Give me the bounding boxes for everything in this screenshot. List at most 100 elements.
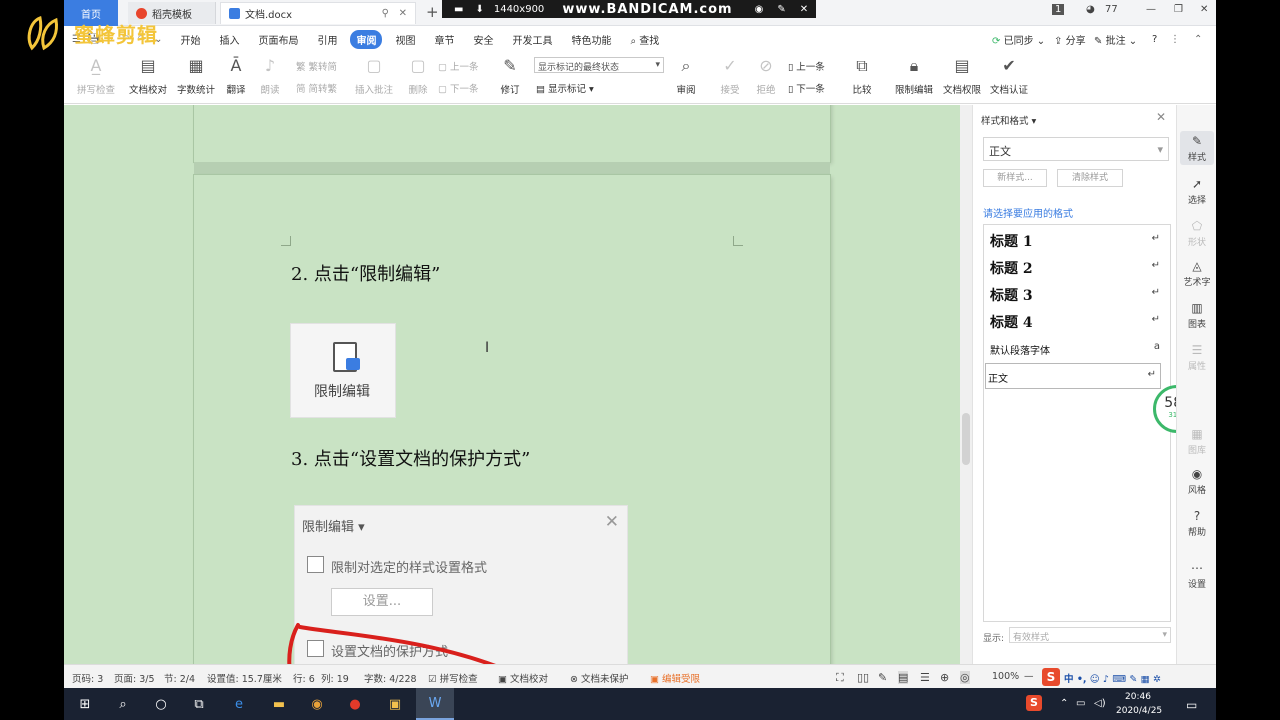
tray-overflow-icon[interactable]: ⌃: [1060, 698, 1068, 709]
web-view-icon[interactable]: ⊕: [940, 671, 949, 684]
sync-button[interactable]: ⟳ 已同步 ⌄: [992, 32, 1045, 47]
close-window-icon[interactable]: ✕: [1200, 4, 1208, 15]
sidebar-item-chart[interactable]: ▥ 图表: [1177, 301, 1216, 330]
clear-style-button[interactable]: 清除样式: [1057, 169, 1123, 187]
read-aloud-button[interactable]: ♪ 朗读: [244, 55, 296, 96]
camera-icon[interactable]: ◉: [755, 4, 764, 15]
share-button[interactable]: ⇪ 分享: [1054, 32, 1086, 47]
sidebar-item-properties[interactable]: ☰ 属性: [1177, 343, 1216, 372]
status-page-number[interactable]: 页码: 3: [72, 671, 103, 685]
menu-home[interactable]: 开始: [174, 30, 206, 49]
close-icon[interactable]: ✕: [800, 4, 808, 15]
display-state-select[interactable]: 显示标记的最终状态 ▾: [534, 57, 664, 73]
pin-icon[interactable]: ⚲: [382, 8, 389, 19]
delete-comment-button[interactable]: ▢ 删除: [392, 55, 444, 96]
doc-certify-button[interactable]: ✔ 文档认证: [983, 55, 1035, 96]
close-icon[interactable]: ✕: [1156, 110, 1166, 124]
network-icon[interactable]: ▭: [1076, 698, 1085, 709]
compare-button[interactable]: ⧉ 比较: [836, 55, 888, 96]
restrict-editing-button[interactable]: 🔒︎ 限制编辑: [888, 55, 940, 96]
avatar-icon[interactable]: ◕: [1086, 4, 1095, 15]
restore-window-icon[interactable]: ❐: [1174, 4, 1183, 15]
task-view-icon[interactable]: ⧉: [180, 688, 218, 720]
scroll-thumb[interactable]: [962, 413, 970, 465]
menu-review[interactable]: 审阅: [350, 29, 383, 49]
prev-change-button[interactable]: ▯ 上一条: [788, 59, 825, 73]
menu-references[interactable]: 引用: [311, 30, 343, 49]
help-button[interactable]: ?: [1152, 34, 1157, 45]
simp-to-trad-button[interactable]: 简 简转繁: [296, 81, 337, 95]
close-tab-icon[interactable]: ✕: [399, 8, 407, 19]
document-scrollbar[interactable]: [960, 105, 972, 664]
current-style-select[interactable]: 正文 ▾: [983, 137, 1169, 161]
sidebar-item-select[interactable]: ➚ 选择: [1177, 177, 1216, 206]
sidebar-item-styles[interactable]: ✎ 样式: [1180, 131, 1214, 165]
sidebar-item-help[interactable]: ? 帮助: [1177, 509, 1216, 538]
fullscreen-icon[interactable]: ⛶: [836, 671, 844, 685]
zoom-level[interactable]: 100%: [992, 671, 1019, 682]
chrome-icon[interactable]: ◉: [298, 688, 336, 720]
trad-to-simp-button[interactable]: 繁 繁转简: [296, 59, 337, 73]
eye-protection-icon[interactable]: ◎: [960, 671, 970, 684]
notification-center-icon[interactable]: ▭: [1186, 698, 1197, 712]
wps-writer-taskbar-icon[interactable]: W: [416, 688, 454, 720]
zoom-out-icon[interactable]: —: [1024, 671, 1034, 682]
more-icon[interactable]: ⋮: [1170, 34, 1180, 45]
start-button[interactable]: ⊞: [66, 688, 104, 720]
status-proofread[interactable]: ▣ 文档校对: [498, 671, 548, 685]
status-spell-check[interactable]: ☑ 拼写检查: [428, 671, 478, 685]
file-explorer-icon[interactable]: ▬: [260, 688, 298, 720]
sidebar-item-style-theme[interactable]: ◉ 风格: [1177, 467, 1216, 496]
menu-features[interactable]: 特色功能: [565, 30, 617, 49]
edge-icon[interactable]: e: [220, 688, 258, 720]
taskbar-clock[interactable]: 20:46 2020/4/25: [1116, 690, 1162, 718]
comment-button[interactable]: ✎ 批注 ⌄: [1094, 32, 1137, 47]
two-page-view-icon[interactable]: ▯▯: [857, 671, 869, 684]
proofread-button[interactable]: ▤ 文档校对: [122, 55, 174, 96]
menu-layout[interactable]: 页面布局: [252, 30, 304, 49]
pen-icon[interactable]: ✎: [777, 4, 785, 15]
search-button[interactable]: ⌕ 查找: [624, 30, 665, 49]
track-changes-button[interactable]: ✎ 修订: [484, 55, 536, 96]
status-setting-value[interactable]: 设置值: 15.7厘米: [207, 671, 282, 685]
cortana-icon[interactable]: ○: [142, 688, 180, 720]
reject-button[interactable]: ⊘ 拒绝: [740, 55, 792, 96]
menu-section[interactable]: 章节: [428, 30, 460, 49]
page-view-icon[interactable]: ▤: [898, 671, 909, 684]
notification-badge[interactable]: 1: [1052, 4, 1065, 15]
show-filter-select[interactable]: 有效样式 ▾: [1009, 627, 1171, 643]
doc-permission-button[interactable]: ▤ 文档权限: [936, 55, 988, 96]
prev-comment-button[interactable]: ▢ 上一条: [438, 59, 479, 73]
search-icon[interactable]: ⌕: [104, 688, 142, 720]
menu-developer[interactable]: 开发工具: [506, 30, 558, 49]
show-markup-button[interactable]: ▤ 显示标记 ▾: [536, 81, 594, 95]
document-canvas[interactable]: 2. 点击“限制编辑” 限制编辑 I 3. 点击“设置文档的保护方式” 限制编辑…: [64, 105, 968, 664]
minimize-window-icon[interactable]: —: [1146, 4, 1156, 15]
next-change-button[interactable]: ▯ 下一条: [788, 81, 825, 95]
sidebar-item-gallery[interactable]: ▦ 图库: [1177, 427, 1216, 456]
pin-icon[interactable]: ⬇: [475, 4, 483, 15]
sidebar-item-wordart[interactable]: ◬ 艺术字: [1177, 259, 1216, 288]
bandicam-icon[interactable]: ●: [336, 688, 374, 720]
new-style-button[interactable]: 新样式...: [983, 169, 1047, 187]
status-word-count[interactable]: 字数: 4/228: [364, 671, 417, 685]
outline-view-icon[interactable]: ☰: [920, 671, 930, 684]
minimize-icon[interactable]: ▬: [454, 4, 463, 15]
volume-icon[interactable]: ◁): [1094, 698, 1106, 709]
menu-security[interactable]: 安全: [467, 30, 499, 49]
app-icon[interactable]: ▣: [376, 688, 414, 720]
sidebar-item-settings[interactable]: ⋯ 设置: [1177, 561, 1216, 590]
status-restricted[interactable]: ▣ 编辑受限: [650, 671, 700, 685]
sidebar-item-shape[interactable]: ⬠ 形状: [1177, 219, 1216, 248]
new-tab-button[interactable]: +: [426, 3, 439, 21]
sogou-ime-icon[interactable]: S: [1042, 668, 1060, 686]
status-page[interactable]: 页面: 3/5: [114, 671, 155, 685]
sogou-tray-icon[interactable]: S: [1026, 695, 1042, 711]
styles-panel-title[interactable]: 样式和格式 ▾: [981, 113, 1036, 127]
spell-check-button[interactable]: A̲ 拼写检查: [70, 55, 122, 96]
ime-toolbar[interactable]: 中 •, ☺ ♪ ⌨ ✎ ▦ ✲: [1064, 671, 1161, 685]
status-protection[interactable]: ⊗ 文档未保护: [570, 671, 629, 685]
write-mode-icon[interactable]: ✎: [878, 671, 887, 684]
tab-document[interactable]: 文档.docx ⚲ ✕: [220, 2, 416, 24]
collapse-ribbon-icon[interactable]: ⌃: [1194, 34, 1202, 45]
